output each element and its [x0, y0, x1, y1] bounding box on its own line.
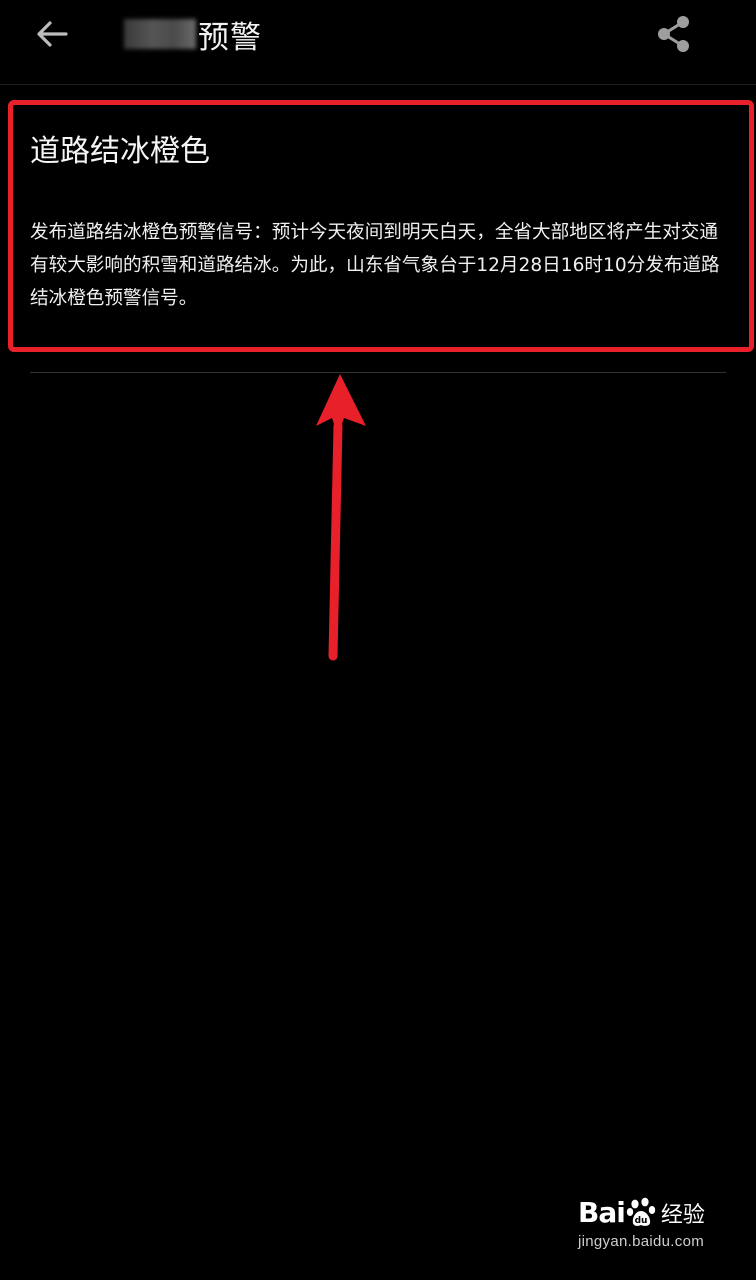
watermark-brand-left: Bai	[578, 1196, 626, 1229]
share-button[interactable]	[650, 10, 698, 58]
page-title: 预警	[124, 12, 262, 56]
back-button[interactable]	[28, 12, 76, 56]
warning-card[interactable]: 道路结冰橙色 发布道路结冰橙色预警信号：预计今天夜间到明天白天，全省大部地区将产…	[30, 118, 730, 315]
page-title-text: 预警	[198, 19, 262, 56]
share-icon	[658, 16, 689, 52]
top-app-bar: 预警	[0, 0, 756, 85]
baidu-paw-icon: du	[626, 1197, 656, 1226]
watermark-brand-right: 经验	[660, 1202, 705, 1228]
warning-title: 道路结冰橙色	[30, 134, 210, 169]
svg-text:du: du	[634, 1216, 647, 1226]
redacted-title-prefix	[124, 19, 196, 49]
arrow-left-icon	[37, 21, 68, 47]
baidu-jingyan-watermark: Bai du 经验 jingyan.baidu.com	[578, 1196, 728, 1250]
annotation-arrow-icon	[316, 374, 366, 661]
warning-description: 发布道路结冰橙色预警信号：预计今天夜间到明天白天，全省大部地区将产生对交通有较大…	[30, 222, 720, 309]
watermark-url: jingyan.baidu.com	[578, 1233, 705, 1250]
